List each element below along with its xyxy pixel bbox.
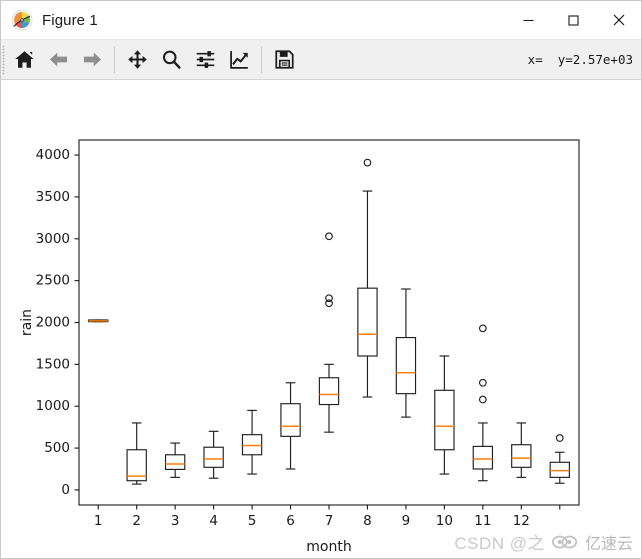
home-button[interactable]	[7, 43, 41, 77]
x-tick-label: 8	[363, 513, 372, 529]
x-tick-label: 5	[248, 513, 257, 529]
pan-button[interactable]	[120, 43, 154, 77]
maximize-button[interactable]	[551, 1, 596, 39]
y-tick-label: 2500	[36, 273, 70, 289]
subplots-button[interactable]	[188, 43, 222, 77]
arrow-left-icon	[49, 52, 67, 67]
minimize-icon	[523, 19, 534, 21]
x-tick-label: 6	[286, 513, 295, 529]
customize-button[interactable]	[222, 43, 256, 77]
move-arrows-icon	[127, 50, 147, 69]
toolbar-separator	[114, 46, 115, 73]
y-tick-label: 4000	[36, 147, 70, 163]
y-tick-label: 3000	[36, 231, 70, 247]
y-tick-label: 0	[61, 482, 70, 498]
toolbar-grip[interactable]	[2, 45, 5, 75]
y-tick-label: 2000	[36, 315, 70, 331]
x-tick-label: 3	[171, 513, 180, 529]
floppy-disk-icon	[274, 50, 294, 69]
x-tick-label: 10	[436, 513, 453, 529]
matplotlib-logo-icon	[11, 9, 33, 31]
zoom-button[interactable]	[154, 43, 188, 77]
y-tick-label: 1000	[36, 398, 70, 414]
arrow-right-icon	[83, 52, 101, 67]
boxplot-chart: 050010001500200025003000350040001 2 3 4 5 6 7 8…	[1, 80, 641, 558]
home-icon	[14, 51, 34, 68]
x-tick-label: 4	[209, 513, 218, 529]
x-tick-label: 7	[325, 513, 334, 529]
close-button[interactable]	[596, 1, 641, 39]
toolbar-separator	[261, 46, 262, 73]
magnifier-icon	[162, 50, 181, 69]
x-tick-label: 1	[94, 513, 103, 529]
window-title: Figure 1	[42, 11, 98, 29]
y-tick-label: 500	[44, 440, 70, 456]
figure-toolbar: x= y=2.57e+03	[1, 40, 641, 80]
curve-chart-icon	[229, 51, 248, 69]
figure-window: Figure 1 x= y=2.57e+03 0 500 1000 1500 2…	[0, 0, 642, 559]
y-axis-label: rain	[19, 309, 35, 336]
x-tick-label: 12	[513, 513, 530, 529]
window-controls	[506, 1, 641, 39]
minimize-button[interactable]	[506, 1, 551, 39]
sliders-icon	[196, 51, 214, 68]
close-icon	[613, 14, 624, 26]
title-bar: Figure 1	[1, 1, 641, 40]
x-tick-label: 9	[402, 513, 411, 529]
boxplot-box	[88, 319, 109, 323]
y-tick-label: 3500	[36, 189, 70, 205]
x-axis-label: month	[306, 539, 351, 555]
forward-button[interactable]	[75, 43, 109, 77]
coordinate-readout: x= y=2.57e+03	[527, 52, 633, 67]
maximize-icon	[568, 14, 579, 26]
save-button[interactable]	[267, 43, 301, 77]
x-tick-label: 2	[132, 513, 141, 529]
back-button[interactable]	[41, 43, 75, 77]
figure-canvas[interactable]: 0 500 1000 1500 2000 2500 3000 3500 4000 1 2 3 4 5 6 7 8…	[1, 80, 641, 558]
y-tick-label: 1500	[36, 356, 70, 372]
x-tick-label: 11	[474, 513, 491, 529]
